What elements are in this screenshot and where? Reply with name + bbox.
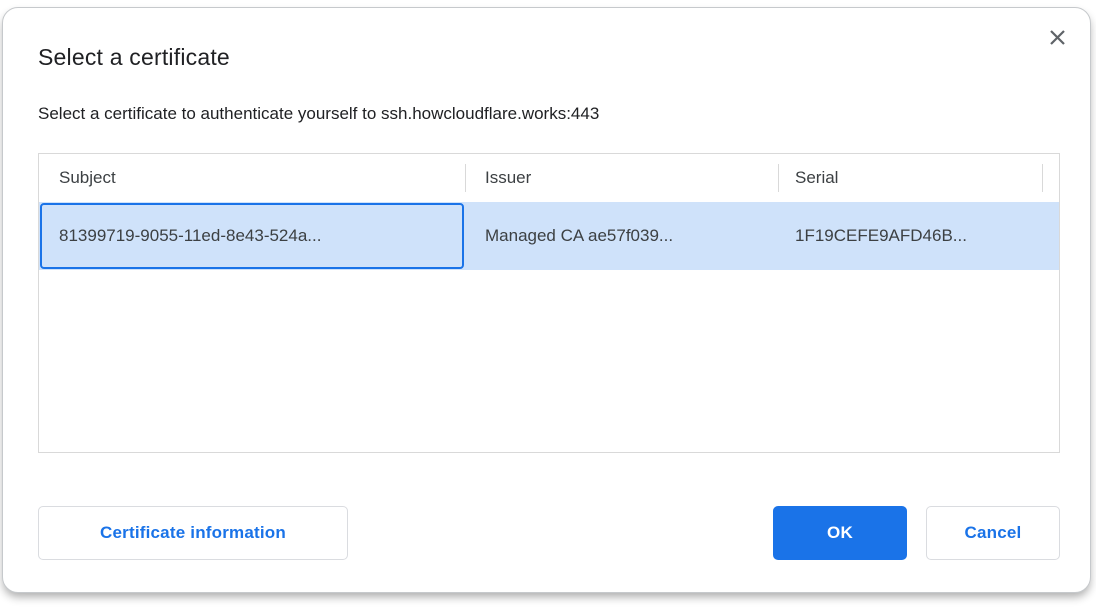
column-header-subject: Subject <box>59 154 116 202</box>
dialog-subtitle: Select a certificate to authenticate you… <box>38 104 599 124</box>
dialog-title: Select a certificate <box>38 44 230 71</box>
table-row[interactable]: 81399719-9055-11ed-8e43-524a... Managed … <box>39 202 1059 270</box>
column-divider <box>465 164 466 192</box>
column-divider <box>1042 164 1043 192</box>
cell-serial: 1F19CEFE9AFD46B... <box>795 202 967 270</box>
column-header-issuer: Issuer <box>485 154 531 202</box>
cancel-button[interactable]: Cancel <box>926 506 1060 560</box>
ok-button[interactable]: OK <box>773 506 907 560</box>
column-header-serial: Serial <box>795 154 838 202</box>
column-divider <box>778 164 779 192</box>
certificate-select-dialog: Select a certificate Select a certificat… <box>2 7 1091 593</box>
close-x-glyph <box>1049 29 1066 46</box>
cell-issuer: Managed CA ae57f039... <box>485 202 673 270</box>
certificate-information-button[interactable]: Certificate information <box>38 506 348 560</box>
certificate-table: Subject Issuer Serial 81399719-9055-11ed… <box>38 153 1060 453</box>
close-icon[interactable] <box>1046 26 1068 48</box>
table-header: Subject Issuer Serial <box>39 154 1059 202</box>
cell-subject: 81399719-9055-11ed-8e43-524a... <box>59 202 321 270</box>
